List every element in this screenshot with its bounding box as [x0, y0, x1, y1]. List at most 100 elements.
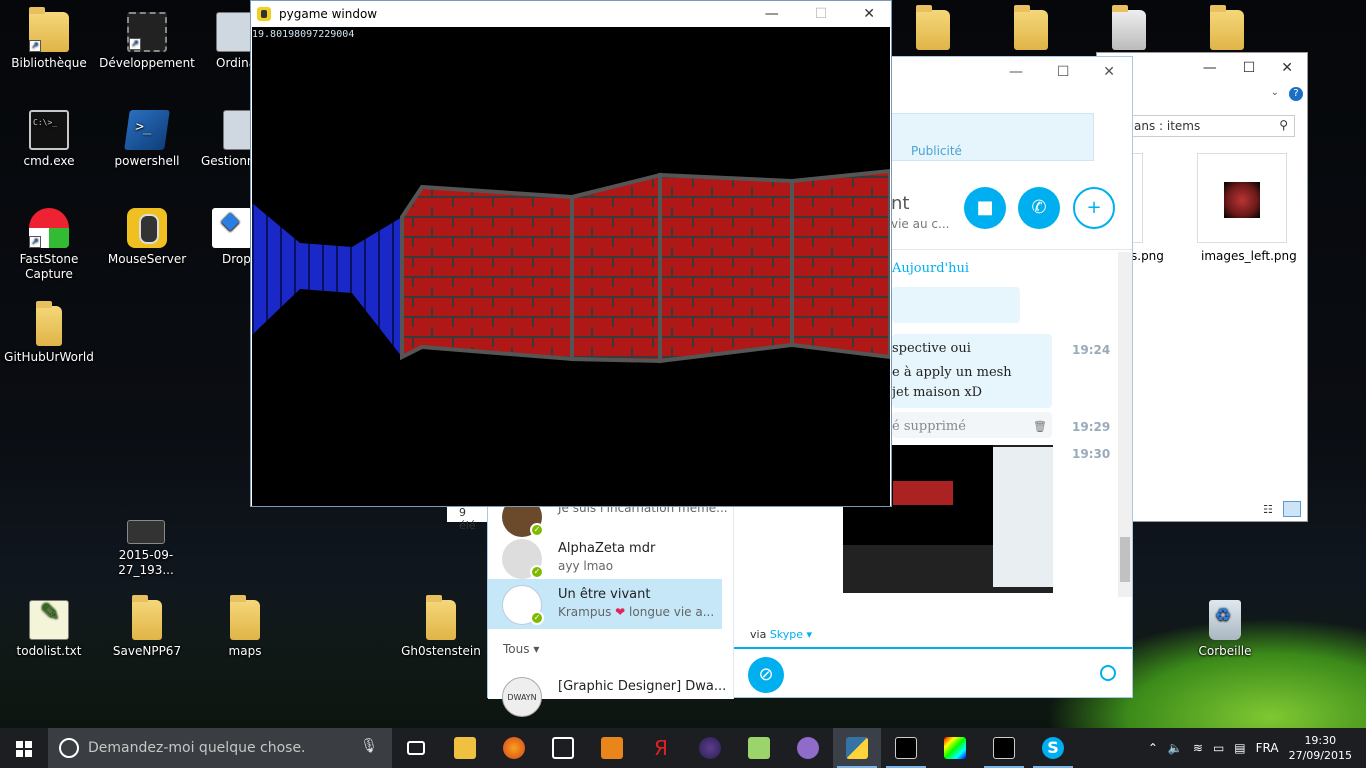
taskbar-python[interactable] — [833, 728, 881, 768]
maximize-icon[interactable]: ☐ — [1057, 64, 1070, 80]
message-time: 19:29 — [1072, 420, 1111, 434]
skype-ad-banner[interactable]: Publicité — [888, 113, 1094, 161]
voice-call-button[interactable]: ✆ — [1018, 187, 1060, 229]
minimize-icon[interactable]: — — [1203, 60, 1217, 76]
desktop-icon-dropbox[interactable]: Dropb — [190, 208, 259, 267]
minimize-icon[interactable]: — — [1009, 64, 1023, 80]
taskbar-eclipse[interactable] — [686, 728, 734, 768]
chat-scrollbar[interactable] — [1118, 252, 1132, 597]
powershell-icon — [124, 110, 170, 150]
taskbar-notepadpp[interactable] — [735, 728, 783, 768]
microphone-icon[interactable]: 🎙 — [360, 738, 378, 754]
folder-icon[interactable] — [1014, 5, 1048, 50]
video-call-button[interactable]: ■ — [964, 187, 1006, 229]
taskbar-store[interactable] — [539, 728, 587, 768]
store-icon — [552, 737, 574, 759]
language-indicator[interactable]: FRA — [1256, 741, 1279, 755]
chevron-down-icon[interactable]: ⌄ — [1271, 87, 1279, 98]
help-icon[interactable]: ? — [1289, 87, 1303, 101]
desktop-icon-todolist[interactable]: todolist.txt — [1, 600, 97, 659]
desktop-icon-githuburworld[interactable]: GitHubUrWorld — [1, 301, 97, 365]
desktop-icon-gh0stenstein[interactable]: Gh0stenstein — [393, 595, 489, 659]
desktop-icon-developpement[interactable]: ↗ Développement — [99, 12, 195, 71]
trash-icon[interactable]: 🗑 — [1033, 420, 1047, 433]
desktop-icon-label: Gh0stenstein — [401, 644, 481, 658]
taskbar-cmd-2[interactable] — [980, 728, 1028, 768]
taskbar-faststone[interactable] — [588, 728, 636, 768]
github-icon — [797, 737, 819, 759]
list-item-selected[interactable]: ✓ Un être vivant Krampus ❤ longue vie a.… — [488, 579, 722, 629]
folder-icon — [132, 595, 162, 640]
attach-button[interactable]: ⊘ — [748, 657, 784, 693]
task-view-button[interactable] — [392, 728, 440, 768]
avatar: DWAYN — [502, 677, 542, 717]
folder-icon[interactable] — [916, 5, 950, 50]
pygame-window[interactable]: pygame window — ☐ ✕ 19.80198097229004 — [250, 0, 892, 507]
blue-wall-left — [252, 203, 402, 357]
start-button[interactable] — [0, 728, 48, 768]
desktop-icon-cmd[interactable]: cmd.exe — [1, 110, 97, 169]
via-link[interactable]: Skype — [770, 628, 803, 641]
game-viewport[interactable]: 19.80198097229004 — [252, 27, 890, 506]
taskbar-explorer[interactable] — [441, 728, 489, 768]
desktop-icon-gestionnaire[interactable]: Gestionna tâch — [190, 110, 250, 169]
maximize-icon[interactable]: ☐ — [1243, 60, 1256, 76]
desktop-icon-screenshot-file[interactable]: 2015-09-27_193... — [98, 510, 194, 578]
minimize-icon[interactable]: — — [765, 6, 779, 22]
firefox-icon — [503, 737, 525, 759]
via-label: via — [750, 628, 767, 641]
close-icon[interactable]: ✕ — [863, 6, 875, 22]
desktop-icon-savenpp67[interactable]: SaveNPP67 — [99, 595, 195, 659]
notification-icon[interactable]: ▤ — [1234, 741, 1245, 755]
folder-icon[interactable] — [1210, 5, 1244, 50]
desktop-icon-corbeille[interactable]: Corbeille — [1177, 600, 1273, 659]
via-skype-selector[interactable]: via Skype ▾ — [750, 628, 812, 641]
add-contact-button[interactable]: + — [1073, 187, 1115, 229]
wifi-icon[interactable]: ≋ — [1193, 741, 1203, 755]
desktop-icon-mouseserver[interactable]: MouseServer — [99, 208, 195, 267]
desktop-icon-powershell[interactable]: powershell — [99, 110, 195, 169]
list-item[interactable]: DWAYN [Graphic Designer] Dwa... — [488, 671, 726, 721]
tiles-view-icon[interactable] — [1283, 501, 1301, 517]
cortana-search-box[interactable]: Demandez-moi quelque chose. 🎙 — [48, 728, 392, 768]
speaker-icon[interactable]: 🔈 — [1168, 741, 1183, 755]
desktop-icon-label: Développement — [99, 56, 195, 70]
cmd-icon — [895, 737, 917, 759]
contact-name: Un être vivant — [558, 587, 651, 602]
red-app-icon: Я — [654, 736, 668, 760]
emoticon-icon[interactable] — [1100, 665, 1116, 681]
close-icon[interactable]: ✕ — [1103, 64, 1115, 80]
message-text: spective oui — [892, 341, 971, 356]
close-icon[interactable]: ✕ — [1281, 60, 1293, 76]
desktop-icon-maps[interactable]: maps — [197, 595, 293, 659]
scrollbar-thumb[interactable] — [1120, 537, 1130, 582]
brick-wall-segment — [790, 168, 890, 360]
cortana-icon — [59, 738, 79, 758]
taskbar-cmd-1[interactable] — [882, 728, 930, 768]
battery-icon[interactable]: ▭ — [1213, 741, 1224, 755]
taskbar-github[interactable] — [784, 728, 832, 768]
contact-name: [Graphic Designer] Dwa... — [558, 679, 727, 694]
taskbar-firefox[interactable] — [490, 728, 538, 768]
desktop-icon-ordinateur[interactable]: Ordina — [188, 12, 256, 71]
file-thumbnail[interactable] — [1197, 153, 1287, 243]
folder-icon[interactable] — [1112, 5, 1146, 50]
taskbar-skype[interactable]: S — [1029, 728, 1077, 768]
desktop-icon-faststone[interactable]: ↗ FastStone Capture — [1, 208, 97, 282]
message-input-bar[interactable]: ⊘ — [734, 647, 1132, 699]
taskbar-paint[interactable] — [931, 728, 979, 768]
raycast-scene — [252, 168, 890, 364]
explorer-search-input[interactable]: ans : items ⚲ — [1127, 115, 1295, 137]
desktop-icon-bibliotheque[interactable]: ↗ Bibliothèque — [1, 7, 97, 71]
contact-list[interactable]: ✓ Je suis l'incarnation même... ✓ AlphaZ… — [488, 497, 734, 717]
list-item[interactable]: ✓ AlphaZeta mdr ayy lmao — [488, 533, 722, 583]
taskbar-app-red[interactable]: Я — [637, 728, 685, 768]
section-selector[interactable]: Tous ▾ — [503, 642, 539, 656]
window-title: pygame window — [279, 7, 378, 21]
ad-label: Publicité — [911, 144, 962, 158]
chevron-up-icon[interactable]: ⌃ — [1148, 741, 1158, 755]
details-view-icon[interactable]: ☷ — [1263, 503, 1273, 516]
system-tray: ⌃ 🔈 ≋ ▭ ▤ FRA 19:30 27/09/2015 — [1148, 728, 1366, 768]
message-bubble — [892, 287, 1020, 323]
clock[interactable]: 19:30 27/09/2015 — [1289, 733, 1352, 763]
